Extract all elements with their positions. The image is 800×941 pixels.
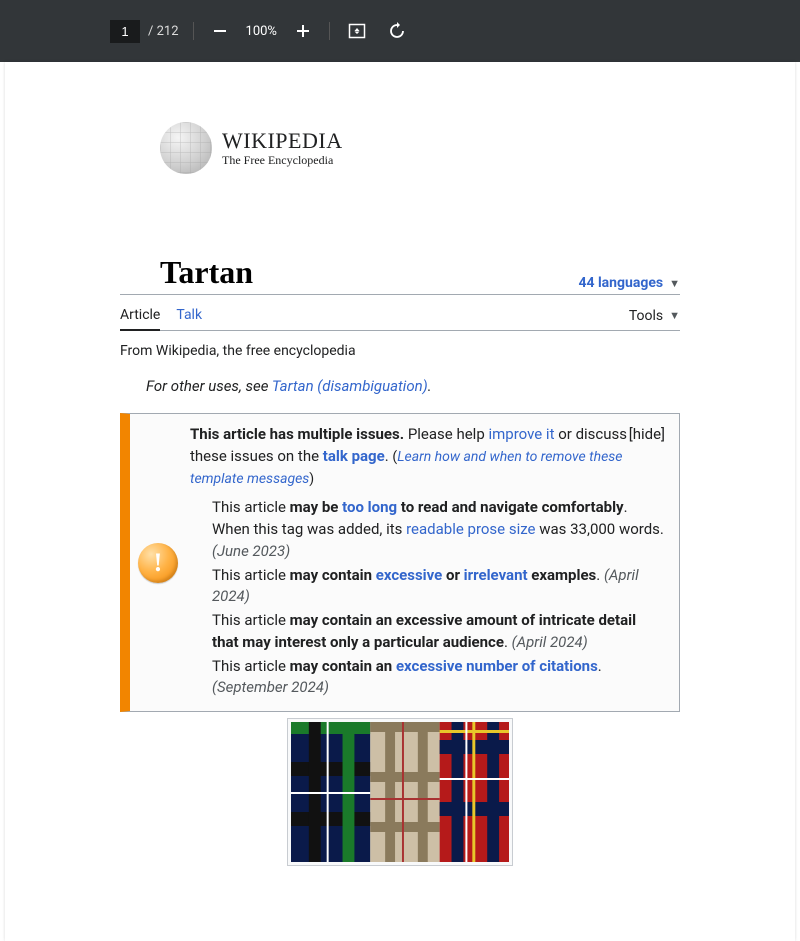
talk-page-link[interactable]: talk page: [323, 447, 385, 465]
tab-talk[interactable]: Talk: [176, 307, 202, 330]
chevron-down-icon: ▼: [669, 309, 680, 322]
hide-button[interactable]: [hide]: [629, 424, 665, 446]
minus-icon: [212, 23, 228, 39]
improve-link[interactable]: improve it: [488, 425, 554, 443]
page-title: Tartan: [160, 254, 253, 291]
zoom-out-button[interactable]: [208, 19, 232, 43]
pdf-toolbar: / 212 100%: [0, 0, 800, 62]
zoom-in-button[interactable]: [291, 19, 315, 43]
prose-size-link[interactable]: readable prose size: [406, 520, 535, 538]
page-number-input[interactable]: [110, 20, 140, 43]
rotate-button[interactable]: [384, 18, 410, 44]
chevron-down-icon: ▼: [669, 277, 680, 290]
document-page: WIKIPEDIA The Free Encyclopedia Tartan 4…: [5, 62, 795, 941]
tools-label: Tools: [629, 308, 663, 324]
rotate-icon: [388, 22, 406, 40]
languages-label: 44 languages: [578, 275, 663, 291]
fit-icon: [348, 22, 366, 40]
citations-link[interactable]: excessive number of citations: [396, 657, 598, 675]
hatnote: For other uses, see Tartan (disambiguati…: [146, 377, 680, 395]
plus-icon: [295, 23, 311, 39]
issues-body: [hide] This article has multiple issues.…: [190, 424, 665, 701]
tools-menu[interactable]: Tools ▼: [629, 307, 680, 330]
page-count: / 212: [148, 24, 179, 39]
tagline: The Free Encyclopedia: [222, 153, 343, 168]
separator: [193, 22, 194, 40]
zoom-level: 100%: [246, 24, 277, 39]
irrelevant-link[interactable]: irrelevant: [464, 566, 528, 584]
too-long-link[interactable]: too long: [342, 498, 397, 516]
article-tabs: Article Talk Tools ▼: [120, 307, 680, 331]
fit-page-button[interactable]: [344, 18, 370, 44]
wikipedia-logo: WIKIPEDIA The Free Encyclopedia: [160, 122, 680, 174]
excessive-link[interactable]: excessive: [376, 566, 442, 584]
article-subtitle: From Wikipedia, the free encyclopedia: [120, 343, 680, 359]
issues-box: ! [hide] This article has multiple issue…: [120, 413, 680, 712]
lead-image: [287, 718, 513, 866]
wordmark: WIKIPEDIA: [222, 128, 343, 154]
globe-icon: [160, 122, 212, 174]
languages-link[interactable]: 44 languages ▼: [578, 275, 680, 291]
separator: [329, 22, 330, 40]
tartan-image: [291, 722, 509, 862]
tab-article[interactable]: Article: [120, 307, 160, 331]
disambiguation-link[interactable]: Tartan (disambiguation): [272, 377, 428, 395]
warning-icon: !: [138, 543, 178, 583]
